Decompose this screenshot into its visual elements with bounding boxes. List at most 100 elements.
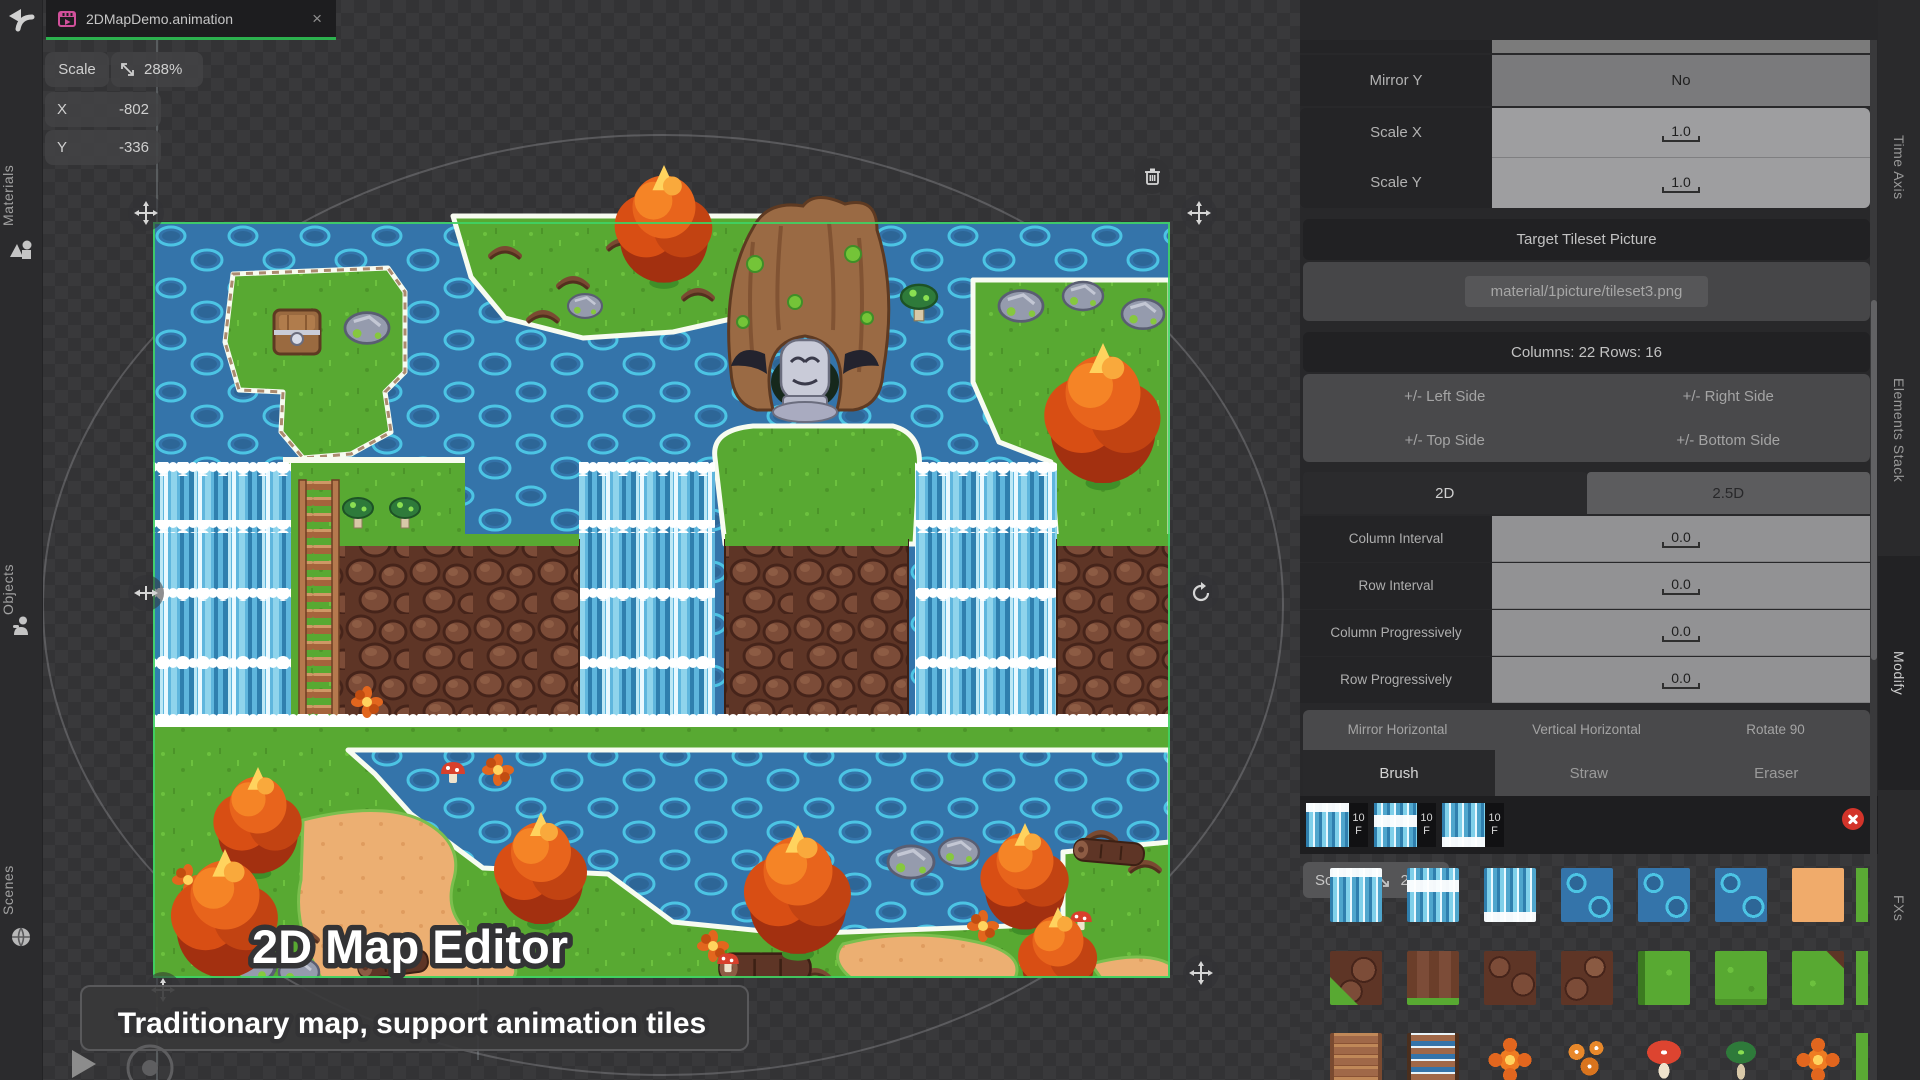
mirror-y-label: Mirror Y [1300, 55, 1492, 106]
button-mirror-horizontal[interactable]: Mirror Horizontal [1303, 710, 1492, 750]
tool-tab-eraser[interactable]: Eraser [1683, 750, 1871, 796]
label: Column Progressively [1300, 610, 1492, 656]
tool-tab-brush[interactable]: Brush [1303, 750, 1495, 796]
palette-tile-water[interactable] [1561, 868, 1613, 922]
palette-tile-clipped[interactable] [1856, 1033, 1868, 1080]
animation-frame-2[interactable]: 10F [1374, 803, 1436, 847]
tileset-header: Target Tileset Picture [1303, 219, 1870, 260]
button-rotate-90[interactable]: Rotate 90 [1681, 710, 1870, 750]
mode-tab-2d[interactable]: 2D [1303, 472, 1587, 514]
palette-tile-clipped[interactable] [1856, 868, 1868, 922]
button-vertical-horizontal[interactable]: Vertical Horizontal [1492, 710, 1681, 750]
palette-tile-waterfall-top[interactable] [1330, 868, 1382, 922]
panel-tab-fxs[interactable]: FXs [1878, 878, 1920, 938]
panel-tab-elements-stack[interactable]: Elements Stack [1878, 350, 1920, 510]
canvas-y-field[interactable]: Y-336 [45, 130, 161, 165]
value-field[interactable]: 0.0 [1492, 610, 1870, 656]
palette-tile-mushroom-red[interactable] [1638, 1033, 1690, 1080]
button--top-side[interactable]: +/- Top Side [1303, 418, 1587, 462]
palette-tile-water[interactable] [1638, 868, 1690, 922]
button--bottom-side[interactable]: +/- Bottom Side [1587, 418, 1871, 462]
canvas-scale-label: Scale [45, 52, 109, 87]
scale-x-field[interactable]: 1.0 [1492, 108, 1870, 158]
tool-tab-straw[interactable]: Straw [1495, 750, 1683, 796]
palette-tile-bridge-water[interactable] [1407, 1033, 1459, 1080]
right-tab-strip: Time Axis Elements Stack Modify FXs [1878, 0, 1920, 1080]
frame-count: 10F [1417, 803, 1436, 847]
mirror-y-value[interactable]: No [1492, 55, 1870, 106]
map-canvas[interactable]: Scale 288% X-802 Y-336 [42, 0, 1300, 1080]
tile-palette: Scale 298% [1300, 854, 1870, 1080]
move-handle-top-right[interactable] [1181, 195, 1217, 231]
tileset-path-row[interactable]: material/1picture/tileset3.png [1303, 262, 1870, 321]
map-editor-window: Scale 288% X-802 Y-336 [0, 0, 1920, 1080]
palette-tile-grass-edge[interactable] [1638, 951, 1690, 1005]
palette-tile-dirt-rocks2[interactable] [1561, 951, 1613, 1005]
button--left-side[interactable]: +/- Left Side [1303, 374, 1587, 418]
animation-clip-icon [58, 11, 76, 27]
resize-handle-left[interactable] [128, 575, 164, 611]
palette-tile-grass[interactable] [1715, 951, 1767, 1005]
remove-frames-button[interactable] [1842, 808, 1864, 830]
scale-x-label: Scale X [1300, 108, 1492, 158]
palette-tile-grass-corner[interactable] [1792, 951, 1844, 1005]
palette-tile-sand[interactable] [1792, 868, 1844, 922]
row-row-interval: Row Interval0.0 [1303, 563, 1870, 610]
person-icon[interactable] [9, 615, 33, 639]
button--right-side[interactable]: +/- Right Side [1587, 374, 1871, 418]
palette-tile-bridge[interactable] [1330, 1033, 1382, 1080]
back-button[interactable] [6, 6, 36, 34]
label: Column Interval [1300, 516, 1492, 562]
sidebar-item-materials[interactable]: Materials [0, 150, 42, 240]
move-icon [134, 201, 158, 225]
animation-frame-1[interactable]: 10F [1306, 803, 1368, 847]
document-tab[interactable]: 2DMapDemo.animation × [46, 0, 336, 40]
scale-y-label: Scale Y [1300, 158, 1492, 208]
frame-count: 10F [1485, 803, 1504, 847]
rotate-handle-right[interactable] [1183, 575, 1219, 611]
scale-y-field[interactable]: 1.0 [1492, 158, 1870, 208]
tab-close-button[interactable]: × [298, 9, 336, 29]
tileset-path: material/1picture/tileset3.png [1465, 276, 1709, 307]
palette-tile-water[interactable] [1715, 868, 1767, 922]
globe-icon[interactable] [9, 925, 33, 949]
label: Row Progressively [1300, 657, 1492, 703]
palette-tile-cliff-columns[interactable] [1407, 951, 1459, 1005]
interval-rows: Column Interval0.0Row Interval0.0Column … [1303, 516, 1870, 704]
shapes-icon[interactable] [9, 238, 33, 262]
map-artwork[interactable] [153, 222, 1170, 978]
row-column-interval: Column Interval0.0 [1303, 516, 1870, 563]
palette-tile-dirt-rocks[interactable] [1484, 951, 1536, 1005]
palette-tile-cliff-grass[interactable] [1330, 951, 1382, 1005]
value-field[interactable]: 0.0 [1492, 657, 1870, 703]
palette-tile-clipped[interactable] [1856, 951, 1868, 1005]
panel-tab-time-axis[interactable]: Time Axis [1878, 112, 1920, 222]
play-button[interactable] [72, 1050, 96, 1078]
rotate-icon [1190, 582, 1212, 604]
move-handle-bottom-right[interactable] [1183, 955, 1219, 991]
sidebar-item-scenes[interactable]: Scenes [0, 845, 42, 935]
canvas-zoom-control[interactable]: 288% [111, 52, 203, 87]
palette-tile-flower-orange2[interactable] [1792, 1033, 1844, 1080]
palette-tile-waterfall-bottom[interactable] [1484, 868, 1536, 922]
panel-tab-modify[interactable]: Modify [1878, 556, 1920, 790]
value-field[interactable]: 0.0 [1492, 563, 1870, 609]
panel-scrollbar[interactable] [1870, 40, 1877, 1080]
animation-frame-3[interactable]: 10F [1442, 803, 1504, 847]
waterfall-top-thumbnail [1306, 803, 1349, 847]
palette-tile-waterfall-mid[interactable] [1407, 868, 1459, 922]
palette-row-1 [1330, 868, 1844, 922]
palette-tile-mushrooms-orange[interactable] [1561, 1033, 1613, 1080]
move-handle-top-left[interactable] [128, 195, 164, 231]
cropped-row [1300, 40, 1492, 53]
canvas-x-field[interactable]: X-802 [45, 92, 161, 127]
palette-tile-flower-orange[interactable] [1484, 1033, 1536, 1080]
value-field[interactable]: 0.0 [1492, 516, 1870, 562]
resize-diagonal-icon [119, 61, 136, 78]
row-row-progressively: Row Progressively0.0 [1303, 657, 1870, 704]
back-arrow-icon [6, 6, 36, 34]
delete-map-button[interactable] [1134, 158, 1170, 194]
mode-tab-2.5d[interactable]: 2.5D [1587, 472, 1871, 514]
palette-row-3 [1330, 1033, 1844, 1080]
palette-tile-mushroom-green[interactable] [1715, 1033, 1767, 1080]
